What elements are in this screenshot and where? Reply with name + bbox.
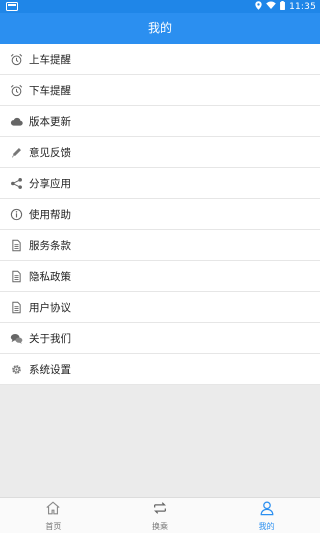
pencil-icon [9,145,23,159]
wifi-icon [266,1,276,12]
document-icon [9,238,23,252]
menu-item-boarding-reminder[interactable]: 上车提醒 [0,44,320,75]
tab-mine[interactable]: 我的 [213,498,320,533]
menu-item-share-app[interactable]: 分享应用 [0,168,320,199]
menu-item-help[interactable]: 使用帮助 [0,199,320,230]
menu-item-version-update[interactable]: 版本更新 [0,106,320,137]
page-title: 我的 [147,21,172,35]
document-icon [9,269,23,283]
alarm-clock-icon [9,83,23,97]
header-bar: 我的 [0,13,320,44]
share-icon [9,176,23,190]
document-icon [9,300,23,314]
location-icon [255,0,262,13]
chat-bubbles-icon [9,331,23,345]
menu-item-terms-of-service[interactable]: 服务条款 [0,230,320,261]
battery-icon [280,0,286,13]
tab-home[interactable]: 首页 [0,498,107,533]
notification-icon [6,2,18,11]
user-icon [259,500,275,520]
transfer-icon [152,500,168,520]
menu-item-alighting-reminder[interactable]: 下车提醒 [0,75,320,106]
menu-item-system-settings[interactable]: 系统设置 [0,354,320,385]
tab-transfer[interactable]: 换乘 [107,498,214,533]
bottom-tab-bar: 首页 换乘 我的 [0,497,320,533]
menu-item-feedback[interactable]: 意见反馈 [0,137,320,168]
home-icon [45,500,61,520]
empty-area [0,385,320,497]
cloud-icon [9,114,23,128]
alarm-clock-icon [9,52,23,66]
menu-item-about-us[interactable]: 关于我们 [0,323,320,354]
gear-icon [9,362,23,376]
clock-time: 11:35 [289,1,316,12]
settings-menu: 上车提醒 下车提醒 版本更新 意见反馈 分享应用 使用帮助 服务条款 隐私政策 … [0,44,320,385]
menu-item-user-agreement[interactable]: 用户协议 [0,292,320,323]
info-icon [9,207,23,221]
status-bar: 11:35 [0,0,320,13]
menu-item-privacy-policy[interactable]: 隐私政策 [0,261,320,292]
